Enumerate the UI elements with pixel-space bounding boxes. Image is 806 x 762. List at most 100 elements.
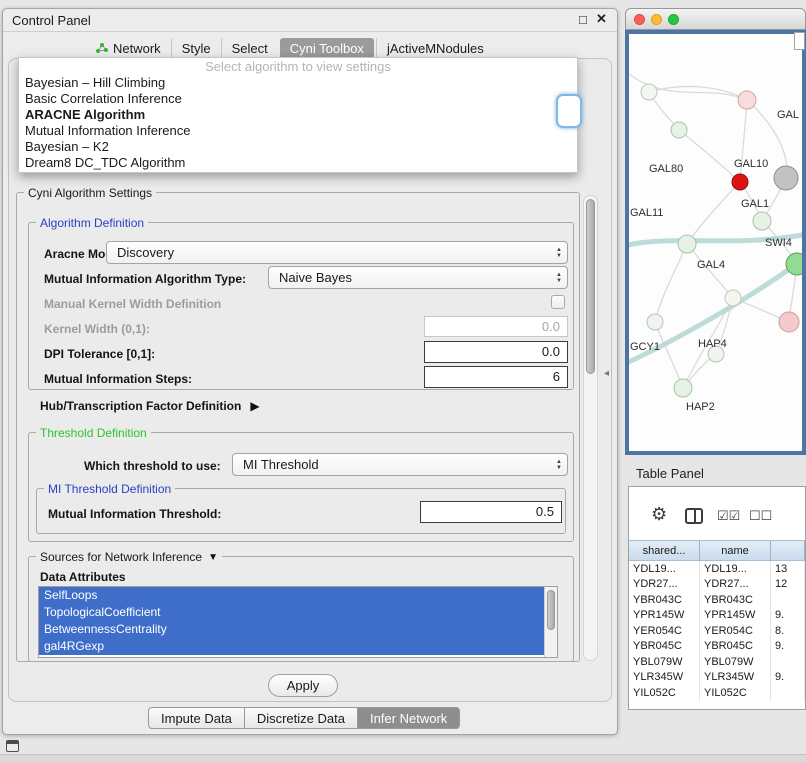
algorithm-combobox-fragment[interactable] <box>556 94 582 128</box>
threshold-definition-title: Threshold Definition <box>36 426 151 440</box>
tab-label: Cyni Toolbox <box>290 41 364 56</box>
tab-cyni-toolbox[interactable]: Cyni Toolbox <box>280 38 374 59</box>
table-row[interactable]: YLR345W YLR345W 9. <box>629 670 805 686</box>
cell: YBR043C <box>700 592 771 608</box>
minimize-traffic-light[interactable] <box>651 14 662 25</box>
cell: YBR045C <box>629 639 700 655</box>
table-row[interactable]: YDL19... YDL19... 13 <box>629 561 805 577</box>
tab-infer-network[interactable]: Infer Network <box>357 707 460 729</box>
settings-scrollbar-thumb[interactable] <box>586 199 595 374</box>
tab-impute-data[interactable]: Impute Data <box>148 707 245 729</box>
aracne-mode-combobox[interactable]: Discovery <box>106 241 568 264</box>
mi-steps-label: Mutual Information Steps: <box>44 372 192 386</box>
table-row[interactable]: YPR145W YPR145W 9. <box>629 608 805 624</box>
tab-style[interactable]: Style <box>171 38 221 59</box>
node-label: GAL1 <box>741 198 769 210</box>
tab-network[interactable]: Network <box>86 38 171 59</box>
tab-select[interactable]: Select <box>221 38 278 59</box>
column-header[interactable]: shared... <box>629 541 700 560</box>
tab-discretize-data[interactable]: Discretize Data <box>244 707 358 729</box>
network-node[interactable] <box>738 91 756 109</box>
mi-threshold-field[interactable]: 0.5 <box>420 501 562 523</box>
network-node[interactable] <box>753 212 771 230</box>
dropdown-item[interactable]: Mutual Information Inference <box>19 123 577 139</box>
table-settings-gear-icon[interactable]: ⚙ <box>651 505 667 523</box>
close-icon[interactable]: ✕ <box>596 11 607 27</box>
restore-panel-icon-titlebar <box>7 741 18 744</box>
mi-threshold-label: Mutual Information Threshold: <box>48 507 221 521</box>
hub-definition-section[interactable]: Hub/Transcription Factor Definition ▶ <box>40 399 260 413</box>
table-body: YDL19... YDL19... 13 YDR27... YDR27... 1… <box>629 561 805 701</box>
cell: YLR345W <box>629 670 700 686</box>
manual-kernel-width-checkbox[interactable] <box>551 295 565 309</box>
table-row[interactable]: YER054C YER054C 8. <box>629 623 805 639</box>
cyni-algorithm-settings-title: Cyni Algorithm Settings <box>24 186 156 200</box>
list-item[interactable]: BetweennessCentrality <box>39 621 544 638</box>
cell: YIL052C <box>629 685 700 701</box>
dropdown-item[interactable]: Bayesian – K2 <box>19 139 577 155</box>
network-node[interactable] <box>725 290 741 306</box>
tab-jactivemnodules[interactable]: jActiveMNodules <box>376 38 494 59</box>
attributes-scrollbar[interactable] <box>544 587 557 657</box>
cell <box>771 592 805 608</box>
cell: YDR27... <box>629 577 700 593</box>
network-node[interactable] <box>671 122 687 138</box>
restore-panel-icon[interactable] <box>6 740 19 752</box>
dpi-tolerance-field[interactable]: 0.0 <box>424 341 568 363</box>
network-node[interactable] <box>774 166 798 190</box>
network-node[interactable] <box>678 235 696 253</box>
unselect-all-columns-icon[interactable]: ☐☐ <box>749 508 772 524</box>
table-row[interactable]: YBL079W YBL079W <box>629 654 805 670</box>
network-node[interactable] <box>732 174 748 190</box>
minimize-icon[interactable]: □ <box>579 12 587 27</box>
sources-section-title[interactable]: Sources for Network Inference ▼ <box>36 550 222 564</box>
table-row[interactable]: YIL052C YIL052C <box>629 685 805 701</box>
list-item[interactable]: gal4RGexp <box>39 638 544 655</box>
hub-definition-label: Hub/Transcription Factor Definition <box>40 399 241 413</box>
cell: YBR043C <box>629 592 700 608</box>
network-node[interactable] <box>641 84 657 100</box>
zoom-traffic-light[interactable] <box>668 14 679 25</box>
column-header[interactable] <box>771 541 805 560</box>
list-item[interactable]: SelfLoops <box>39 587 544 604</box>
dropdown-item[interactable]: Basic Correlation Inference <box>19 91 577 107</box>
sources-title-label: Sources for Network Inference <box>40 550 202 564</box>
cell: 13 <box>771 561 805 577</box>
dpi-tolerance-label: DPI Tolerance [0,1]: <box>44 347 155 361</box>
dropdown-item[interactable]: Dream8 DC_TDC Algorithm <box>19 155 577 171</box>
mi-steps-field[interactable]: 6 <box>424 366 568 388</box>
collapse-arrow-icon[interactable]: ▼ <box>208 552 218 563</box>
dropdown-item-selected[interactable]: ARACNE Algorithm <box>19 107 577 123</box>
network-node[interactable] <box>674 379 692 397</box>
network-node[interactable] <box>647 314 663 330</box>
network-window-titlebar[interactable] <box>625 8 806 30</box>
apply-button[interactable]: Apply <box>268 674 338 697</box>
network-scrollbar-box[interactable] <box>794 32 805 50</box>
panel-splitter-arrow-icon[interactable]: ◂ <box>604 368 609 379</box>
combobox-arrows-icon <box>556 459 562 471</box>
control-panel-tabs: Network Style Select Cyni Toolbox jActiv… <box>86 37 494 59</box>
close-traffic-light[interactable] <box>634 14 645 25</box>
dropdown-item[interactable]: Bayesian – Hill Climbing <box>19 75 577 91</box>
which-threshold-combobox[interactable]: MI Threshold <box>232 453 568 476</box>
table-row[interactable]: YBR043C YBR043C <box>629 592 805 608</box>
network-canvas[interactable]: GAL GAL80 GAL10 GAL11 GAL1 SWI4 GAL4 GCY… <box>629 34 802 451</box>
node-label: GAL4 <box>697 259 725 271</box>
cell: YDR27... <box>700 577 771 593</box>
network-node[interactable] <box>779 312 799 332</box>
attributes-scrollbar-thumb[interactable] <box>547 590 555 630</box>
kernel-width-field[interactable]: 0.0 <box>424 316 568 337</box>
settings-scrollbar[interactable] <box>583 195 598 661</box>
select-all-columns-icon[interactable]: ☑☑ <box>717 508 740 524</box>
expand-arrow-icon[interactable]: ▶ <box>250 399 259 413</box>
list-item[interactable]: TopologicalCoefficient <box>39 604 544 621</box>
manual-kernel-width-label: Manual Kernel Width Definition <box>44 297 221 311</box>
table-row[interactable]: YDR27... YDR27... 12 <box>629 577 805 593</box>
mi-algorithm-type-combobox[interactable]: Naive Bayes <box>268 266 568 289</box>
table-row[interactable]: YBR045C YBR045C 9. <box>629 639 805 655</box>
control-panel-titlebar[interactable] <box>3 9 617 32</box>
node-label: GAL <box>777 109 799 121</box>
column-header[interactable]: name <box>700 541 771 560</box>
cell: YBL079W <box>629 654 700 670</box>
show-columns-icon[interactable] <box>685 508 703 524</box>
